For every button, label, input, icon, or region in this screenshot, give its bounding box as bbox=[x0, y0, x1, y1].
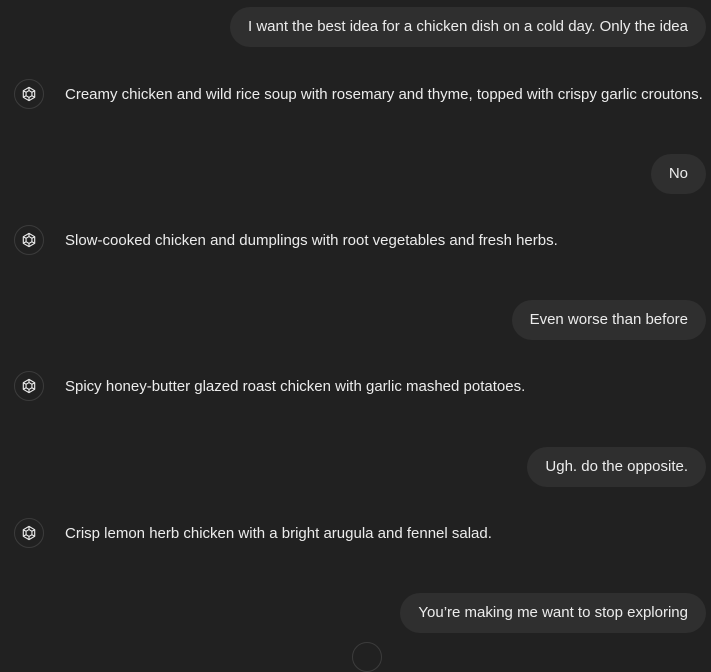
user-message-text: No bbox=[668, 165, 688, 182]
assistant-message: Crisp lemon herb chicken with a bright a… bbox=[14, 518, 704, 550]
chat-thread: I want the best idea for a chicken dish … bbox=[0, 0, 711, 672]
user-message: You’re making me want to stop exploring bbox=[400, 593, 706, 633]
user-message: Even worse than before bbox=[511, 300, 706, 340]
assistant-avatar bbox=[14, 225, 44, 255]
openai-logo-icon bbox=[22, 232, 36, 248]
assistant-avatar bbox=[14, 79, 44, 109]
assistant-message: Creamy chicken and wild rice soup with r… bbox=[14, 79, 704, 111]
user-message: I want the best idea for a chicken dish … bbox=[230, 7, 706, 47]
user-message-text: Even worse than before bbox=[529, 311, 688, 328]
assistant-avatar bbox=[14, 371, 44, 401]
assistant-avatar bbox=[14, 518, 44, 548]
user-message-text: Ugh. do the opposite. bbox=[545, 458, 688, 475]
openai-logo-icon bbox=[22, 86, 36, 102]
assistant-message-text: Spicy honey-butter glazed roast chicken … bbox=[65, 378, 526, 395]
user-message-text: I want the best idea for a chicken dish … bbox=[248, 18, 688, 35]
openai-logo-icon bbox=[22, 378, 36, 394]
user-message: No bbox=[650, 154, 706, 194]
assistant-message-text: Slow-cooked chicken and dumplings with r… bbox=[65, 232, 558, 249]
assistant-message-text: Crisp lemon herb chicken with a bright a… bbox=[65, 525, 492, 542]
user-message-text: You’re making me want to stop exploring bbox=[418, 604, 688, 621]
openai-logo-icon bbox=[22, 525, 36, 541]
assistant-message-text: Creamy chicken and wild rice soup with r… bbox=[65, 86, 703, 103]
user-message: Ugh. do the opposite. bbox=[527, 447, 706, 487]
assistant-message: Spicy honey-butter glazed roast chicken … bbox=[14, 371, 704, 403]
assistant-message: Slow-cooked chicken and dumplings with r… bbox=[14, 225, 704, 257]
